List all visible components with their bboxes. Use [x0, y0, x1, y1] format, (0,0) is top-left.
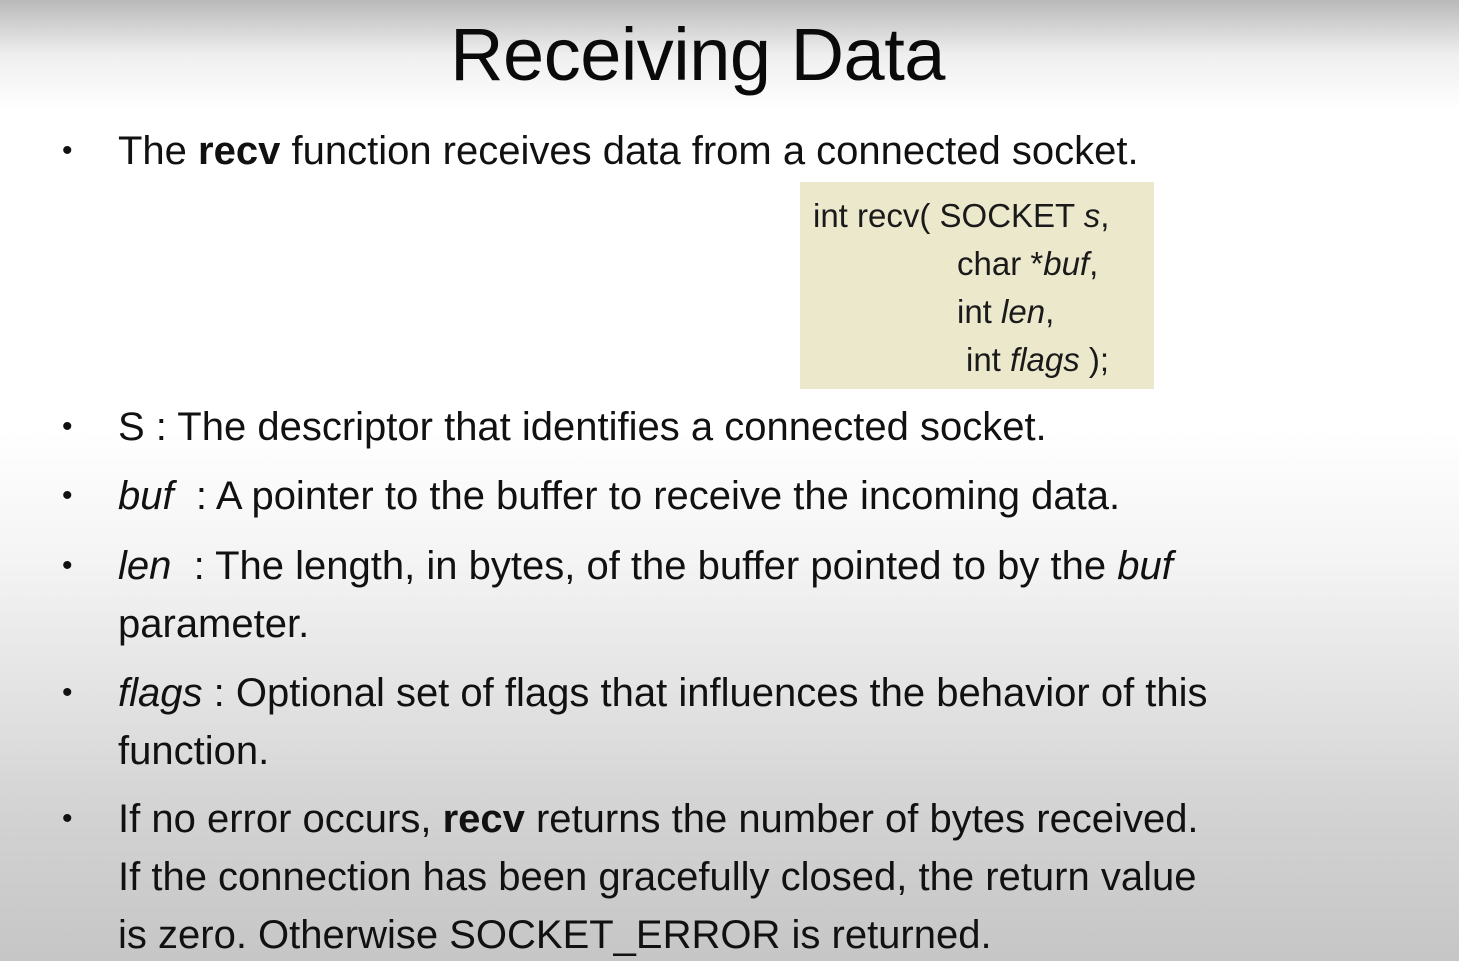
- bullet-dot: •: [62, 479, 73, 512]
- param-desc: : A pointer to the buffer to receive the…: [173, 474, 1121, 518]
- signature-text: char *: [957, 245, 1044, 282]
- signature-line-3: int len,: [957, 288, 1054, 336]
- signature-param: len: [1001, 293, 1046, 330]
- bullet-dot: •: [62, 676, 73, 709]
- bullet-text: The recv function receives data from a c…: [118, 122, 1139, 180]
- bullet-text-post: function receives data from a connected …: [280, 129, 1139, 173]
- bullet-text: buf : A pointer to the buffer to receive…: [118, 467, 1120, 525]
- signature-punct: ,: [1100, 197, 1110, 234]
- bullet-text: S : The descriptor that identifies a con…: [118, 405, 1047, 449]
- param-term: buf: [118, 474, 174, 518]
- bullet-dot: •: [62, 802, 73, 835]
- bullet-dot: •: [62, 410, 73, 443]
- bullet-keyword: recv: [198, 129, 281, 173]
- bullet-text: flags : Optional set of flags that influ…: [118, 664, 1208, 780]
- bullet-dot: •: [62, 134, 73, 167]
- param-desc: : Optional set of flags that influences …: [202, 671, 1208, 715]
- bullet-dot: •: [62, 549, 73, 582]
- param-term: len: [118, 544, 172, 588]
- signature-text: int: [957, 293, 1002, 330]
- bullet-text-line3: is zero. Otherwise SOCKET_ERROR is retur…: [118, 913, 992, 957]
- bullet-text-line2: If the connection has been gracefully cl…: [118, 855, 1197, 899]
- bullet-text-post: returns the number of bytes received.: [524, 797, 1199, 841]
- param-desc-continued: function.: [118, 729, 270, 773]
- signature-param: buf: [1043, 245, 1090, 282]
- signature-line-1: int recv( SOCKET s,: [813, 192, 1109, 240]
- param-term-ref: buf: [1117, 544, 1173, 588]
- signature-punct: ,: [1089, 245, 1099, 282]
- param-term: flags: [118, 671, 203, 715]
- signature-line-2: char *buf,: [957, 240, 1098, 288]
- bullet-keyword: recv: [442, 797, 525, 841]
- signature-line-4: int flags );: [966, 336, 1109, 384]
- signature-text: int: [966, 341, 1011, 378]
- function-signature-box: int recv( SOCKET s, char *buf, int len, …: [800, 182, 1154, 389]
- bullet-text: len : The length, in bytes, of the buffe…: [118, 537, 1173, 653]
- param-desc: : The length, in bytes, of the buffer po…: [171, 544, 1118, 588]
- slide: Receiving Data • The recv function recei…: [0, 0, 1459, 961]
- signature-param: flags: [1010, 341, 1080, 378]
- bullet-text: If no error occurs, recv returns the num…: [118, 790, 1199, 961]
- slide-title: Receiving Data: [450, 13, 945, 96]
- signature-text: int recv( SOCKET: [813, 197, 1084, 234]
- signature-punct: );: [1079, 341, 1110, 378]
- bullet-text-pre: If no error occurs,: [118, 797, 443, 841]
- bullet-text-pre: The: [118, 129, 199, 173]
- signature-param: s: [1083, 197, 1101, 234]
- signature-punct: ,: [1045, 293, 1055, 330]
- param-desc-continued: parameter.: [118, 602, 310, 646]
